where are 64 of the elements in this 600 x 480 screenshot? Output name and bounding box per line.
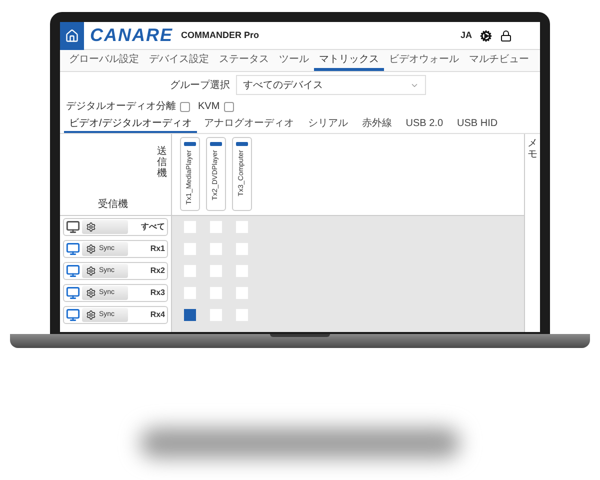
route-cell[interactable] (210, 265, 222, 277)
monitor-icon[interactable] (66, 286, 80, 300)
receiver-header: 受信機 (98, 198, 128, 212)
nav-tab[interactable]: ビデオウォール (384, 50, 464, 71)
settings-icon (86, 266, 96, 276)
route-cell[interactable] (210, 243, 222, 255)
checkbox[interactable] (180, 102, 190, 112)
route-cell[interactable] (210, 309, 222, 321)
device-icon (236, 142, 248, 146)
route-cell[interactable] (184, 265, 196, 277)
receiver-name: Rx2 (150, 265, 165, 277)
monitor-icon[interactable] (66, 264, 80, 278)
route-cell[interactable] (210, 287, 222, 299)
sub-tab[interactable]: USB 2.0 (398, 115, 450, 133)
option-label: KVM (198, 100, 220, 114)
nav-tab[interactable]: グローバル設定 (64, 50, 144, 71)
route-cell[interactable] (236, 287, 248, 299)
sub-tab[interactable]: ビデオ/デジタルオーディオ (64, 115, 197, 133)
lock-icon[interactable] (500, 30, 512, 42)
nav-tab[interactable]: デバイス設定 (144, 50, 214, 71)
receiver-name: Rx1 (150, 243, 165, 255)
route-cell[interactable] (236, 309, 248, 321)
settings-icon (86, 222, 96, 232)
language-selector[interactable]: JA (460, 28, 472, 42)
settings-icon (86, 244, 96, 254)
nav-tab[interactable]: マトリックス (314, 50, 384, 71)
laptop-notch (270, 334, 330, 337)
route-cell[interactable] (236, 221, 248, 233)
settings-icon (86, 288, 96, 298)
route-cell[interactable] (184, 221, 196, 233)
route-cell[interactable] (184, 287, 196, 299)
monitor-icon[interactable] (66, 220, 80, 234)
sub-tab[interactable]: アナログオーディオ (196, 115, 301, 133)
route-cell[interactable] (184, 243, 196, 255)
route-cell[interactable] (210, 221, 222, 233)
group-select[interactable]: すべてのデバイス (236, 75, 426, 95)
device-icon (184, 142, 196, 146)
transmitter-header: 送信機 (157, 146, 167, 179)
receiver-name: Rx4 (150, 309, 165, 321)
group-select-label: グループ選択 (170, 78, 230, 92)
option-label: デジタルオーディオ分離 (66, 100, 176, 114)
home-icon (65, 28, 79, 42)
settings-icon (86, 310, 96, 320)
home-button[interactable] (60, 22, 84, 50)
memo-header: メモ (528, 138, 538, 162)
route-cell[interactable] (236, 243, 248, 255)
checkbox[interactable] (224, 102, 234, 112)
route-cell[interactable] (184, 309, 196, 321)
sub-tab[interactable]: 赤外線 (354, 115, 399, 133)
nav-tab[interactable]: ツール (274, 50, 314, 71)
route-cell[interactable] (236, 265, 248, 277)
sub-tab[interactable]: シリアル (300, 115, 355, 133)
product-name: COMMANDER Pro (181, 28, 260, 42)
nav-tab[interactable]: マルチビュー (464, 50, 534, 71)
nav-tab[interactable]: ステータス (214, 50, 274, 71)
receiver-name: Rx3 (150, 287, 165, 299)
settings-icon[interactable] (480, 30, 492, 42)
monitor-icon[interactable] (66, 242, 80, 256)
sub-tab[interactable]: USB HID (450, 115, 505, 133)
device-icon (210, 142, 222, 146)
settings-button[interactable] (82, 220, 128, 234)
receiver-name: すべて (141, 221, 165, 233)
monitor-icon[interactable] (66, 308, 80, 322)
brand-logo: CANARE (90, 24, 174, 47)
